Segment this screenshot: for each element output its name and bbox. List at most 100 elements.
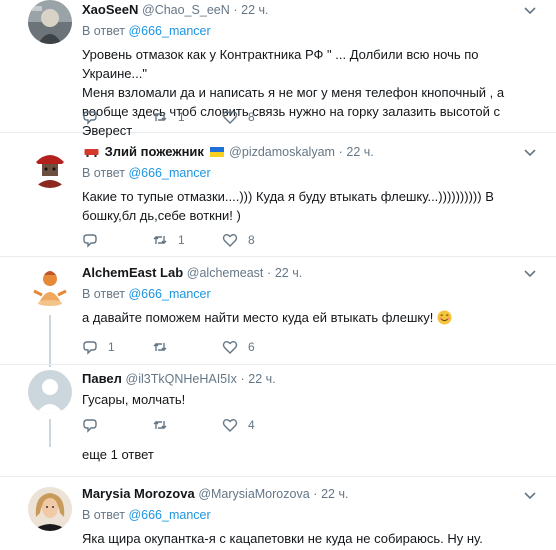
retweet-icon: [153, 421, 167, 429]
ukraine-flag-icon: [209, 147, 224, 157]
thread-line: [49, 419, 51, 447]
tweet-header: Павел @il3TkQNHeHAI5Ix · 22 ч.: [82, 370, 544, 388]
display-name[interactable]: Злий пожежник: [105, 144, 204, 159]
tweet-text: Гусары, молчать!: [82, 390, 544, 409]
fire-truck-icon: [84, 149, 99, 157]
tweet-text-line: бошку,бл дь,себе воткни! ): [82, 208, 241, 223]
reply-prefix: В ответ: [82, 508, 125, 522]
show-more-replies-link[interactable]: еще 1 ответ: [82, 447, 154, 462]
like-count: 8: [248, 233, 255, 247]
tweet-text-line: Яка щира окупантка-я с кацапетовки не ку…: [82, 531, 483, 546]
reply-mention-link[interactable]: @666_mancer: [128, 166, 210, 180]
reply-button[interactable]: [82, 109, 152, 125]
retweet-count: 1: [178, 110, 185, 124]
like-icon: [222, 234, 238, 247]
tweet-actions: 1 8: [82, 230, 292, 250]
tweet-xaoseen[interactable]: XaoSeeN @Chao_S_eeN · 22 ч. В ответ @666…: [0, 0, 556, 138]
timestamp[interactable]: 22 ч.: [248, 372, 275, 386]
avatar-pavel[interactable]: [28, 370, 72, 414]
tweet-actions: 4: [82, 415, 292, 435]
tweet-header: AlchemEast Lab @alchemeast · 22 ч.: [82, 264, 544, 282]
display-name[interactable]: XaoSeeN: [82, 2, 138, 17]
reply-mention-link[interactable]: @666_mancer: [128, 287, 210, 301]
reply-prefix: В ответ: [82, 24, 125, 38]
like-button[interactable]: 8: [222, 109, 292, 125]
like-icon: [222, 419, 238, 432]
display-name[interactable]: Павел: [82, 371, 122, 386]
avatar-marysia-morozova[interactable]: [28, 487, 72, 531]
like-button[interactable]: 8: [222, 232, 292, 248]
retweet-button[interactable]: [152, 417, 222, 433]
retweet-button[interactable]: 1: [152, 109, 222, 125]
separator-dot: ·: [338, 145, 343, 159]
avatar-alchemeast[interactable]: [28, 265, 72, 309]
tweet-actions: 1 8: [82, 107, 292, 127]
reply-context: В ответ @666_mancer: [82, 22, 544, 40]
like-count: 8: [248, 110, 255, 124]
reply-button[interactable]: [82, 232, 152, 248]
tweet-header: XaoSeeN @Chao_S_eeN · 22 ч.: [82, 1, 544, 19]
reply-icon: [83, 419, 97, 433]
tweet-text-line: Какие то тупые отмазки....))) Куда я буд…: [82, 189, 494, 204]
timestamp[interactable]: 22 ч.: [346, 145, 373, 159]
smile-emoji-icon: [437, 310, 452, 325]
like-icon: [222, 111, 238, 124]
tweet-header: Marysia Morozova @MarysiaMorozova · 22 ч…: [82, 485, 544, 503]
retweet-icon: [153, 113, 167, 121]
retweet-icon: [153, 236, 167, 244]
reply-prefix: В ответ: [82, 166, 125, 180]
user-handle[interactable]: @Chao_S_eeN: [142, 3, 230, 17]
reply-button[interactable]: [82, 417, 152, 433]
display-name[interactable]: Marysia Morozova: [82, 486, 195, 501]
tweet-header: Злий пожежник @pizdamoskalyam · 22 ч.: [82, 143, 544, 161]
separator-dot: ·: [267, 266, 272, 280]
thread-line: [49, 315, 51, 367]
retweet-button[interactable]: 1: [152, 232, 222, 248]
reply-count: 1: [108, 340, 115, 354]
display-name[interactable]: AlchemEast Lab: [82, 265, 183, 280]
timestamp[interactable]: 22 ч.: [321, 487, 348, 501]
tweet-alchemeast[interactable]: AlchemEast Lab @alchemeast · 22 ч. В отв…: [0, 257, 556, 477]
tweet-text: Яка щира окупантка-я с кацапетовки не ку…: [82, 529, 544, 548]
retweet-button[interactable]: [152, 339, 222, 355]
reply-prefix: В ответ: [82, 287, 125, 301]
retweet-count: 1: [178, 233, 185, 247]
reply-context: В ответ @666_mancer: [82, 164, 544, 182]
avatar-zliy-pozhezhnyk[interactable]: [28, 144, 72, 188]
user-handle[interactable]: @pizdamoskalyam: [229, 145, 335, 159]
reply-button[interactable]: 1: [82, 339, 152, 355]
user-handle[interactable]: @MarysiaMorozova: [198, 487, 309, 501]
separator-dot: ·: [240, 372, 245, 386]
user-handle[interactable]: @il3TkQNHeHAI5Ix: [126, 372, 237, 386]
reply-context: В ответ @666_mancer: [82, 285, 544, 303]
tweet-marysia-morozova[interactable]: Marysia Morozova @MarysiaMorozova · 22 ч…: [0, 477, 556, 550]
tweet-text: а давайте поможем найти место куда ей вт…: [82, 308, 544, 327]
tweet-replies-feed: XaoSeeN @Chao_S_eeN · 22 ч. В ответ @666…: [0, 0, 556, 550]
reply-mention-link[interactable]: @666_mancer: [128, 508, 210, 522]
tweet-text-line: Гусары, молчать!: [82, 392, 186, 407]
separator-dot: ·: [233, 3, 238, 17]
timestamp[interactable]: 22 ч.: [241, 3, 268, 17]
reply-context: В ответ @666_mancer: [82, 506, 544, 524]
tweet-zliy-pozhezhnyk[interactable]: Злий пожежник @pizdamoskalyam · 22 ч. В …: [0, 133, 556, 257]
retweet-icon: [153, 343, 167, 351]
like-button[interactable]: 4: [222, 417, 292, 433]
like-icon: [222, 341, 238, 354]
like-button[interactable]: 6: [222, 339, 292, 355]
tweet-text: Какие то тупые отмазки....))) Куда я буд…: [82, 187, 544, 225]
tweet-pavel[interactable]: Павел @il3TkQNHeHAI5Ix · 22 ч. Гусары, м…: [0, 364, 556, 447]
like-count: 6: [248, 340, 255, 354]
tweet-text-line: Меня взломали да и написать я не мог у м…: [82, 85, 505, 100]
tweet-text-line: Уровень отмазок как у Контрактника РФ " …: [82, 47, 479, 81]
reply-icon: [83, 341, 97, 355]
reply-mention-link[interactable]: @666_mancer: [128, 24, 210, 38]
reply-icon: [83, 111, 97, 125]
user-handle[interactable]: @alchemeast: [187, 266, 264, 280]
avatar-xaoseen[interactable]: [28, 0, 72, 44]
separator-dot: ·: [313, 487, 318, 501]
like-count: 4: [248, 418, 255, 432]
reply-icon: [83, 234, 97, 248]
timestamp[interactable]: 22 ч.: [275, 266, 302, 280]
tweet-text-line: а давайте поможем найти место куда ей вт…: [82, 310, 434, 325]
tweet-actions: 1 6: [82, 337, 292, 357]
